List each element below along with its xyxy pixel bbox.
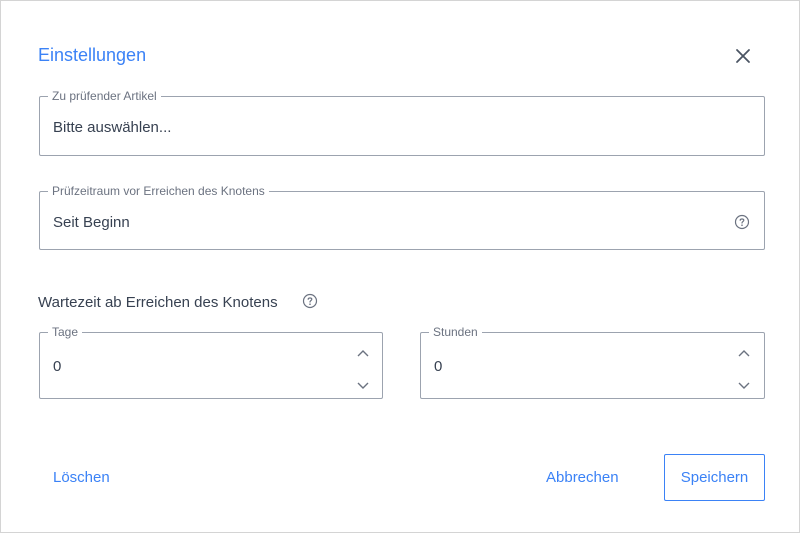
settings-dialog: Einstellungen Zu prüfender Artikel Bitte… — [0, 0, 800, 533]
article-select[interactable]: Zu prüfender Artikel Bitte auswählen... — [39, 89, 765, 156]
delete-button[interactable]: Löschen — [53, 469, 110, 486]
close-icon[interactable] — [733, 46, 753, 66]
save-button[interactable]: Speichern — [664, 454, 765, 501]
hours-value: 0 — [434, 358, 443, 375]
hours-stepper[interactable]: Stunden 0 — [420, 325, 765, 399]
help-icon[interactable] — [302, 293, 318, 309]
article-select-label: Zu prüfender Artikel — [48, 89, 161, 103]
dialog-title: Einstellungen — [38, 45, 147, 65]
article-select-value: Bitte auswählen... — [53, 119, 172, 136]
days-value: 0 — [53, 358, 62, 375]
hours-label: Stunden — [429, 325, 482, 339]
days-label: Tage — [48, 325, 83, 339]
cancel-button[interactable]: Abbrechen — [546, 469, 619, 486]
days-stepper[interactable]: Tage 0 — [39, 325, 383, 399]
period-select[interactable]: Prüfzeitraum vor Erreichen des Knotens S… — [39, 184, 765, 250]
period-select-label: Prüfzeitraum vor Erreichen des Knotens — [48, 184, 269, 198]
chevron-down-icon[interactable] — [737, 377, 751, 389]
chevron-up-icon[interactable] — [737, 346, 751, 357]
waiting-time-label: Wartezeit ab Erreichen des Knotens — [38, 294, 278, 311]
chevron-up-icon[interactable] — [356, 346, 370, 357]
help-icon[interactable] — [734, 214, 750, 230]
period-select-value: Seit Beginn — [53, 214, 130, 231]
chevron-down-icon[interactable] — [356, 377, 370, 389]
